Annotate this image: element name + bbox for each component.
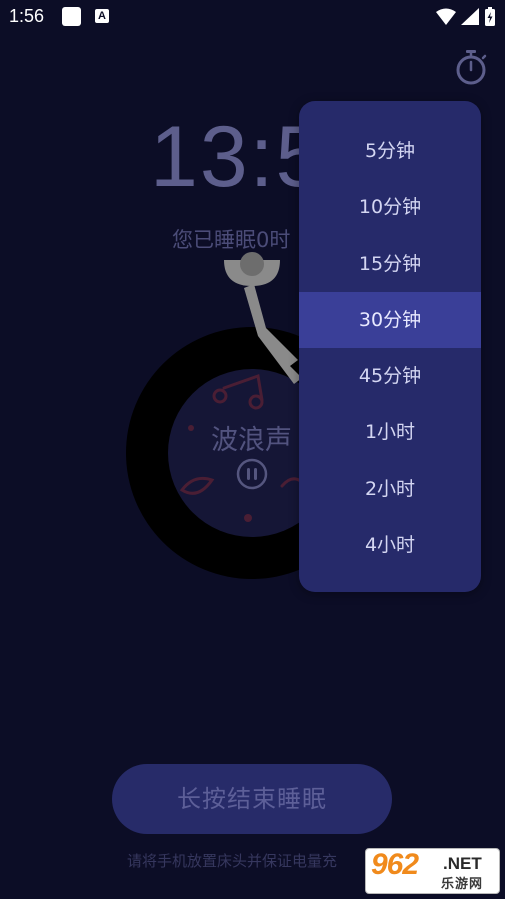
notification-a-icon: A [95,9,109,23]
timer-button[interactable] [452,48,490,88]
sound-name-label: 波浪声 [211,425,292,456]
pause-icon [236,458,268,490]
watermark-chinese: 乐游网 [441,877,484,892]
watermark-logo: 962 .NET 乐游网 [365,848,500,894]
wifi-icon [436,8,456,25]
status-indicators-icon [436,7,495,26]
timer-option-15min[interactable]: 15分钟 [299,236,481,292]
watermark-net: .NET [443,854,482,873]
status-right-icons [435,6,497,32]
timer-option-5min[interactable]: 5分钟 [299,123,481,179]
timer-option-list: 5分钟 10分钟 15分钟 30分钟 45分钟 1小时 2小时 4小时 [299,123,481,573]
stopwatch-icon [456,50,487,85]
status-time: 1:56 [9,6,45,26]
timer-option-10min[interactable]: 10分钟 [299,179,481,235]
pause-button[interactable] [236,458,268,490]
timer-option-30min[interactable]: 30分钟 [299,291,481,349]
end-sleep-button[interactable]: 长按结束睡眠 [112,764,392,834]
status-bar: 1:56 A [0,0,505,34]
notification-square-icon [62,7,81,26]
watermark-number: 962 [371,848,419,881]
timer-option-2hour[interactable]: 2小时 [299,461,481,517]
timer-option-45min[interactable]: 45分钟 [299,348,481,404]
timer-option-1hour[interactable]: 1小时 [299,404,481,460]
timer-option-4hour[interactable]: 4小时 [299,517,481,573]
signal-icon [461,8,479,25]
timer-dropdown-menu: 5分钟 10分钟 15分钟 30分钟 45分钟 1小时 2小时 4小时 [299,101,481,592]
hint-text: 请将手机放置床头并保证电量充 [127,852,338,870]
